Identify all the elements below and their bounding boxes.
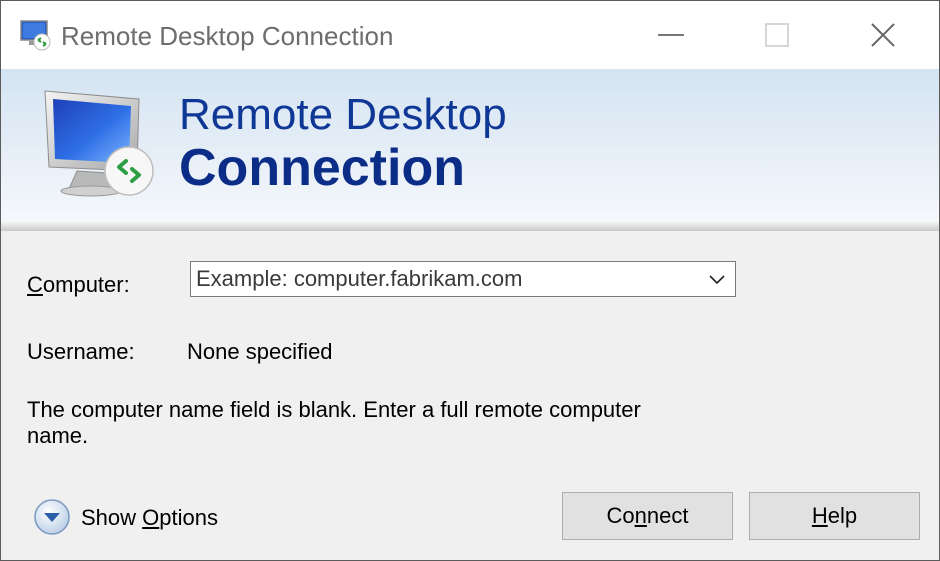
show-options-mnemonic: O [142, 505, 160, 530]
chevron-down-icon[interactable] [709, 272, 725, 286]
connect-text-rest: nect [646, 503, 689, 528]
minimize-icon [658, 34, 684, 36]
maximize-button[interactable] [727, 1, 827, 69]
close-icon [871, 23, 895, 47]
window-title: Remote Desktop Connection [61, 21, 394, 51]
minimize-button[interactable] [621, 1, 721, 69]
title-bar[interactable]: Remote Desktop Connection [1, 1, 939, 69]
show-options-text-rest: ptions [159, 505, 218, 530]
remote-desktop-monitor-icon [44, 90, 154, 197]
connect-text: Co [606, 503, 635, 528]
help-button[interactable]: Help [749, 492, 920, 540]
computer-label: Computer: [27, 272, 130, 298]
computer-label-text: omputer: [42, 272, 130, 297]
computer-input[interactable] [196, 262, 696, 296]
close-button[interactable] [833, 1, 933, 69]
remote-desktop-dialog: Remote Desktop Connection Remote Desktop… [0, 0, 940, 561]
connect-mnemonic: n [634, 503, 647, 528]
banner-title-line1: Remote Desktop [179, 90, 507, 139]
banner-divider [1, 221, 939, 231]
show-options-toggle[interactable]: Show Options [81, 505, 218, 531]
help-text-rest: elp [827, 503, 858, 528]
show-options-text: Show [81, 505, 143, 530]
maximize-icon [765, 23, 789, 47]
computer-label-mnemonic: C [27, 272, 43, 297]
help-mnemonic: H [811, 503, 828, 528]
username-value: None specified [187, 339, 333, 364]
banner-title-line2: Connection [179, 139, 465, 197]
chevron-down-circle-icon[interactable] [33, 498, 71, 536]
computer-combobox[interactable] [190, 261, 736, 297]
status-message: The computer name field is blank. Enter … [27, 397, 641, 448]
connect-button[interactable]: Co n nect [562, 492, 733, 540]
remote-desktop-icon [20, 20, 51, 51]
username-label: Username: [27, 339, 135, 364]
